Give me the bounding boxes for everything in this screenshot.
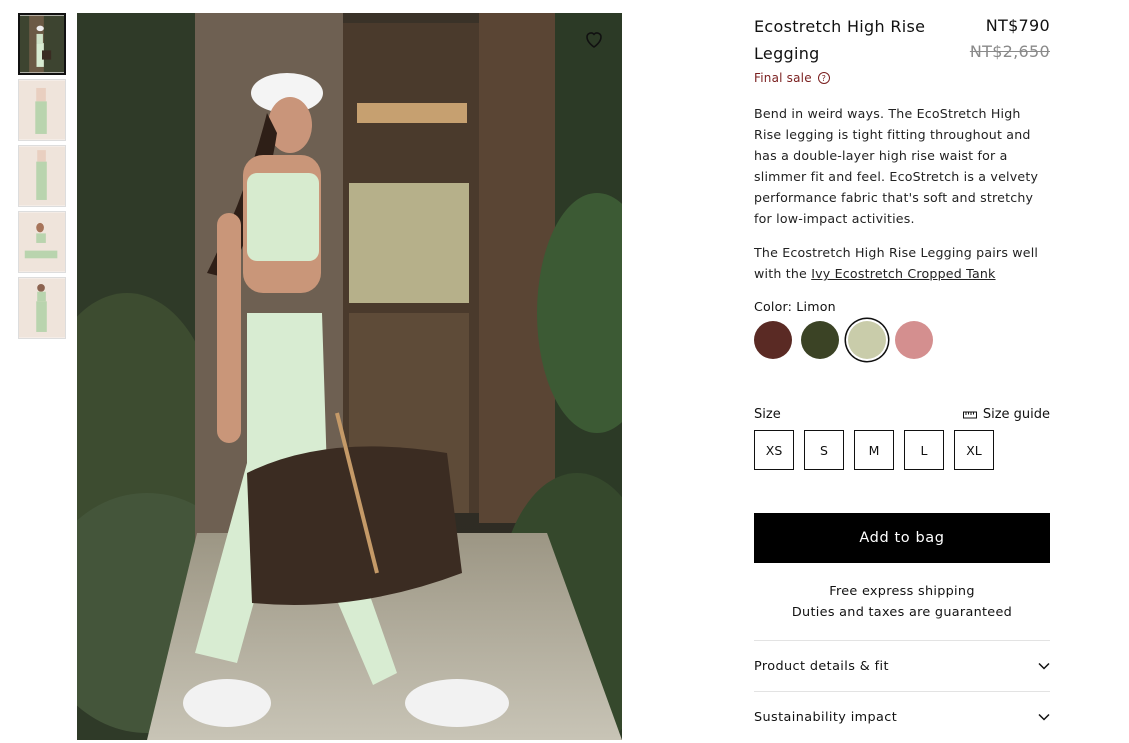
- chevron-down-icon: [1038, 662, 1050, 670]
- heart-icon[interactable]: [582, 27, 606, 51]
- size-guide-label: Size guide: [982, 407, 1050, 422]
- color-swatches: [754, 321, 1050, 359]
- shipping-line-2: Duties and taxes are guaranteed: [791, 605, 1013, 620]
- color-swatch-1[interactable]: [754, 321, 792, 359]
- original-price: NT$2,650: [969, 42, 1050, 61]
- shipping-line-1: Free express shipping: [829, 584, 975, 599]
- product-info-panel: Ecostretch High Rise Legging NT$790 NT$2…: [754, 13, 1050, 742]
- accordion-sustainability[interactable]: Sustainability impact: [754, 691, 1050, 742]
- accordion: Product details & fit Sustainability imp…: [754, 640, 1050, 742]
- title-row: Ecostretch High Rise Legging NT$790 NT$2…: [754, 13, 1050, 67]
- pairs-link[interactable]: Ivy Ecostretch Cropped Tank: [811, 266, 995, 281]
- ruler-icon: [962, 411, 977, 418]
- size-label: Size: [754, 407, 781, 422]
- color-swatch-2[interactable]: [801, 321, 839, 359]
- product-title: Ecostretch High Rise Legging: [754, 17, 926, 63]
- thumbnail-1[interactable]: [18, 13, 66, 75]
- final-sale-label: Final sale: [754, 71, 812, 85]
- size-xs[interactable]: XS: [754, 430, 794, 470]
- size-options: XS S M L XL: [754, 430, 1050, 470]
- accordion-product-details[interactable]: Product details & fit: [754, 640, 1050, 691]
- color-label: Color: Limon: [754, 299, 836, 314]
- size-xl[interactable]: XL: [954, 430, 994, 470]
- product-description: Bend in weird ways. The EcoStretch High …: [754, 106, 1039, 226]
- final-sale-notice: Final sale ?: [754, 71, 1050, 85]
- add-to-bag-button[interactable]: Add to bag: [754, 513, 1050, 563]
- sale-price: NT$790: [985, 16, 1050, 35]
- thumbnail-3[interactable]: [18, 145, 66, 207]
- shipping-info: Free express shipping Duties and taxes a…: [754, 581, 1050, 623]
- chevron-down-icon: [1038, 713, 1050, 721]
- thumbnail-5[interactable]: [18, 277, 66, 339]
- accordion-label: Sustainability impact: [754, 709, 898, 725]
- thumbnail-4[interactable]: [18, 211, 66, 273]
- color-swatch-3-selected[interactable]: [848, 321, 886, 359]
- question-icon[interactable]: ?: [817, 72, 830, 84]
- size-guide-link[interactable]: Size guide: [962, 407, 1050, 422]
- accordion-label: Product details & fit: [754, 658, 889, 674]
- thumbnail-list: [18, 13, 66, 343]
- size-l[interactable]: L: [904, 430, 944, 470]
- price-block: NT$790 NT$2,650: [970, 13, 1050, 65]
- thumbnail-2[interactable]: [18, 79, 66, 141]
- product-hero-image: [77, 13, 622, 740]
- size-s[interactable]: S: [804, 430, 844, 470]
- color-swatch-4[interactable]: [895, 321, 933, 359]
- pairs-well-text: The Ecostretch High Rise Legging pairs w…: [754, 242, 1050, 284]
- size-m[interactable]: M: [854, 430, 894, 470]
- size-header: Size Size guide: [754, 407, 1050, 422]
